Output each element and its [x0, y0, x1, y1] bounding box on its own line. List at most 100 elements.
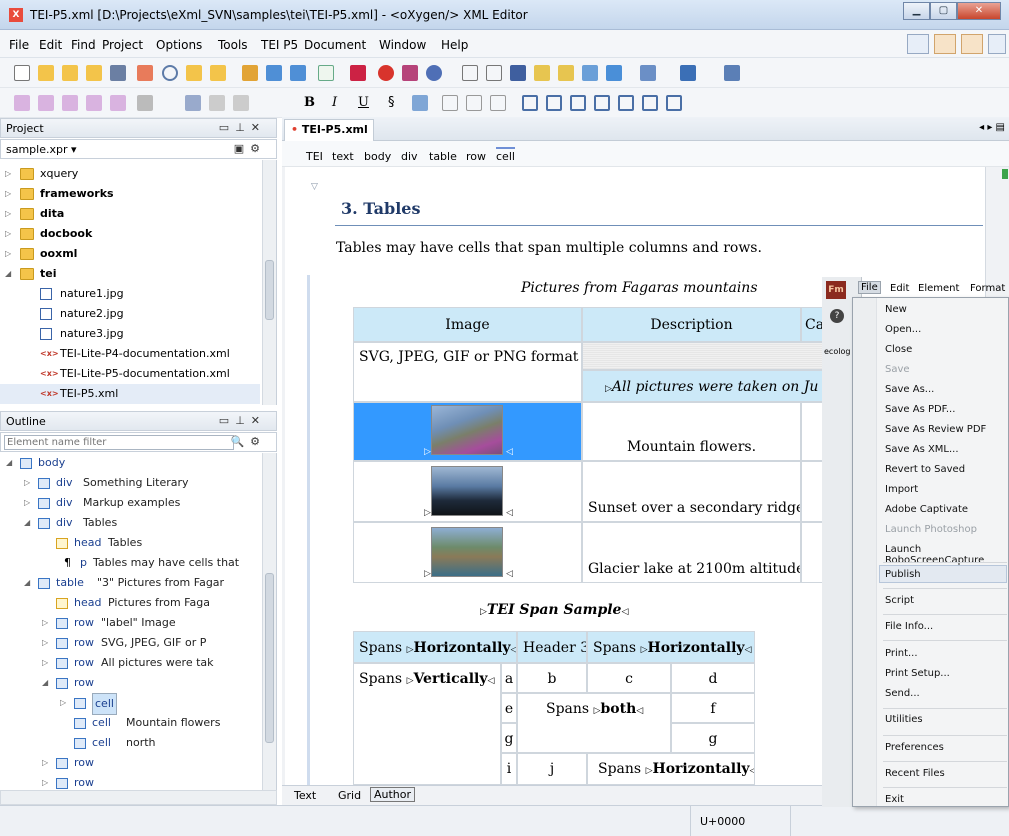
- bold-icon[interactable]: B: [304, 95, 320, 111]
- span-vertical-cell[interactable]: Spans ▷Vertically◁: [353, 663, 501, 785]
- italic-icon[interactable]: I: [332, 95, 348, 111]
- collapsed-arrow-icon[interactable]: ▷: [5, 164, 15, 184]
- outline-item[interactable]: ◢ table "3" Pictures from Fagar: [0, 573, 260, 593]
- collapsed-arrow-icon[interactable]: ▷: [42, 773, 52, 790]
- header-description[interactable]: Description: [582, 307, 801, 342]
- outline-icon[interactable]: [534, 65, 550, 81]
- fm-menu-item[interactable]: Save As PDF...: [885, 404, 955, 415]
- menu-edit[interactable]: Edit: [39, 38, 62, 52]
- tree-icon[interactable]: [558, 65, 574, 81]
- description-glacier[interactable]: Glacier lake at 2100m altitude.: [582, 522, 801, 583]
- edit-attributes-icon[interactable]: [185, 95, 201, 111]
- menu-find[interactable]: Find: [71, 38, 96, 52]
- underline-icon[interactable]: U: [358, 95, 374, 111]
- menu-tei-p5[interactable]: TEI P5: [261, 38, 298, 52]
- mode-text-tab[interactable]: Text: [294, 789, 316, 802]
- outline-item[interactable]: ▷ row: [0, 753, 260, 773]
- fm-menu-item[interactable]: Recent Files: [885, 768, 945, 779]
- outline-item[interactable]: head Pictures from Faga: [0, 593, 260, 613]
- project-scrollbar[interactable]: [262, 160, 276, 405]
- header-image[interactable]: Image: [353, 307, 582, 342]
- breadcrumb-text[interactable]: text: [332, 150, 354, 163]
- debug-icon[interactable]: [680, 65, 696, 81]
- expanded-arrow-icon[interactable]: ◢: [6, 453, 16, 473]
- breadcrumb-body[interactable]: body: [364, 150, 391, 163]
- menu-project[interactable]: Project: [102, 38, 143, 52]
- menu-tools[interactable]: Tools: [218, 38, 248, 52]
- collapsed-arrow-icon[interactable]: ▷: [5, 184, 15, 204]
- find-replace-icon[interactable]: [210, 65, 226, 81]
- minimize-button[interactable]: ▁: [903, 2, 930, 20]
- delete-column-icon[interactable]: [618, 95, 634, 111]
- outline-item[interactable]: ◢ div Tables: [0, 513, 260, 533]
- fm-menu-item[interactable]: Adobe Captivate: [885, 504, 968, 515]
- list-icon[interactable]: [442, 95, 458, 111]
- outline-item[interactable]: ¶ p Tables may have cells that: [0, 553, 260, 573]
- fm-menu-item[interactable]: Publish: [885, 569, 921, 580]
- insert-table-icon[interactable]: [522, 95, 538, 111]
- outline-item[interactable]: ◢ body: [0, 453, 260, 473]
- outline-item[interactable]: ▷ row All pictures were tak: [0, 653, 260, 673]
- fm-menu-item[interactable]: Revert to Saved: [885, 464, 965, 475]
- fm-menu-item[interactable]: Save As...: [885, 384, 934, 395]
- schema-icon[interactable]: [486, 65, 502, 81]
- project-item[interactable]: ◢ tei: [0, 264, 260, 284]
- span-sample-title[interactable]: ▷TEI Span Sample◁: [480, 602, 628, 618]
- outline-item[interactable]: ▷ row "label" Image: [0, 613, 260, 633]
- project-item[interactable]: nature2.jpg: [0, 304, 260, 324]
- print-icon[interactable]: [137, 65, 153, 81]
- section-heading[interactable]: 3. Tables: [341, 199, 420, 218]
- insert-comment-icon[interactable]: [209, 95, 225, 111]
- project-file-selector[interactable]: sample.xpr ▾ ▣⚙: [0, 139, 277, 159]
- configure-transform-icon[interactable]: [402, 65, 418, 81]
- menu-file[interactable]: File: [9, 38, 29, 52]
- cell-c[interactable]: c: [587, 663, 671, 693]
- editor-perspective-button[interactable]: [907, 34, 929, 54]
- cell-g-left[interactable]: g: [501, 723, 517, 753]
- breadcrumb-div[interactable]: div: [401, 150, 418, 163]
- outline-item[interactable]: ▷ row: [0, 773, 260, 790]
- tab-nav-arrows[interactable]: ◂ ▸ ▤: [979, 122, 1005, 133]
- maximize-button[interactable]: ▢: [930, 2, 957, 20]
- image-cell-glacier[interactable]: ▷ ◁: [353, 522, 582, 583]
- outline-item[interactable]: cell Mountain flowers: [0, 713, 260, 733]
- outline-item[interactable]: ▷ div Markup examples: [0, 493, 260, 513]
- description-sunset[interactable]: Sunset over a secondary ridge.: [582, 461, 801, 522]
- menu-document[interactable]: Document: [304, 38, 366, 52]
- image-cell-sunset[interactable]: ▷ ◁: [353, 461, 582, 522]
- close-window-button[interactable]: ✕: [957, 2, 1001, 20]
- fm-menu-edit[interactable]: Edit: [890, 283, 909, 294]
- fm-menu-item[interactable]: Import: [885, 484, 918, 495]
- project-item[interactable]: nature3.jpg: [0, 324, 260, 344]
- collapsed-arrow-icon[interactable]: ▷: [42, 653, 52, 673]
- description-mountain-flowers[interactable]: Mountain flowers.: [582, 402, 801, 461]
- fm-menu-item[interactable]: Print...: [885, 648, 918, 659]
- project-item[interactable]: <x> TEI-Lite-P5-documentation.xml: [0, 364, 260, 384]
- help-icon[interactable]: ?: [830, 309, 844, 323]
- tags-display-icon[interactable]: [137, 95, 153, 111]
- fm-menu-file[interactable]: File: [858, 281, 881, 294]
- cell-f[interactable]: f: [671, 693, 755, 723]
- collapse-triangle-icon[interactable]: ▽: [311, 182, 318, 192]
- collapsed-arrow-icon[interactable]: ▷: [5, 224, 15, 244]
- fm-menu-item[interactable]: New: [885, 304, 907, 315]
- project-item[interactable]: <x> TEI-Lite-P4-documentation.xml: [0, 344, 260, 364]
- join-cells-icon[interactable]: [666, 95, 682, 111]
- collapsed-arrow-icon[interactable]: ▷: [42, 753, 52, 773]
- mode-author-tab[interactable]: Author: [370, 787, 416, 802]
- outline-hscrollbar[interactable]: [0, 790, 277, 805]
- fm-menu-item[interactable]: Open...: [885, 324, 921, 335]
- cell-j[interactable]: j: [517, 753, 587, 785]
- project-item[interactable]: ▷ xquery: [0, 164, 260, 184]
- debug-transform-icon[interactable]: [426, 65, 442, 81]
- fm-menu-item[interactable]: Close: [885, 344, 912, 355]
- table-caption[interactable]: Pictures from Fagaras mountains: [521, 280, 758, 296]
- find-icon[interactable]: [162, 65, 178, 81]
- fm-menu-item[interactable]: Print Setup...: [885, 668, 950, 679]
- table-properties-icon[interactable]: [642, 95, 658, 111]
- menu-options[interactable]: Options: [156, 38, 202, 52]
- itemized-list-icon[interactable]: [490, 95, 506, 111]
- edit-comment-icon[interactable]: [233, 95, 249, 111]
- outline-item[interactable]: ▷ row SVG, JPEG, GIF or P: [0, 633, 260, 653]
- xslt-perspective-button[interactable]: [934, 34, 956, 54]
